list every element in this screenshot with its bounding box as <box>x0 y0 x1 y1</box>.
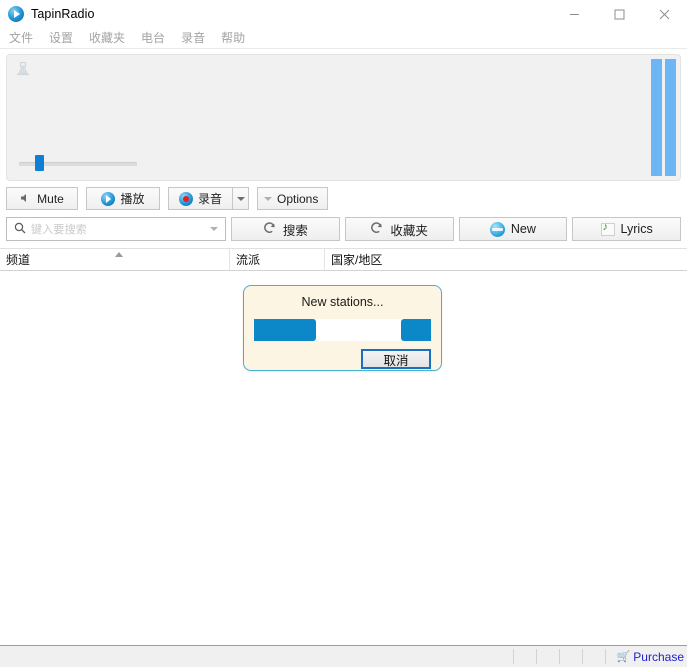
radio-tower-icon <box>14 59 32 77</box>
new-stations-button[interactable]: New <box>459 217 568 241</box>
search-icon <box>14 222 26 237</box>
column-header-genre[interactable]: 流派 <box>230 249 325 270</box>
menu-item-settings[interactable]: 设置 <box>49 28 73 48</box>
cart-icon: 🛒 <box>617 650 631 663</box>
title-bar: TapinRadio <box>0 0 687 28</box>
station-list[interactable]: New stations... 取消 <box>0 271 687 646</box>
menu-item-favorites[interactable]: 收藏夹 <box>89 28 125 48</box>
column-header-genre-label: 流派 <box>236 251 260 268</box>
record-button-group: 录音 <box>168 187 249 210</box>
app-logo-play-circle-icon <box>8 6 24 22</box>
dialog-title: New stations... <box>244 295 441 309</box>
visualizer-panel <box>6 54 681 181</box>
status-separator <box>582 649 583 664</box>
menu-item-recording[interactable]: 录音 <box>181 28 205 48</box>
vu-meter-group <box>651 59 676 176</box>
column-header-country-label: 国家/地区 <box>331 251 382 268</box>
window-controls <box>552 0 687 28</box>
dialog-button-row: 取消 <box>244 349 431 369</box>
status-separator <box>605 649 606 664</box>
menu-item-file[interactable]: 文件 <box>9 28 33 48</box>
record-circle-icon <box>179 192 193 206</box>
column-header-channel[interactable]: 频道 <box>0 249 230 270</box>
station-list-header: 频道 流派 国家/地区 <box>0 248 687 271</box>
status-bar: 🛒 Purchase <box>0 646 687 667</box>
search-button-label: 搜索 <box>283 220 308 239</box>
status-separator <box>559 649 560 664</box>
search-input-wrapper[interactable]: 键入要搜索 <box>6 217 226 241</box>
search-swirl-icon <box>263 221 277 238</box>
menu-item-help[interactable]: 帮助 <box>221 28 245 48</box>
purchase-link[interactable]: 🛒 Purchase <box>617 650 684 664</box>
lyrics-note-icon <box>601 223 615 236</box>
close-button[interactable] <box>642 0 687 28</box>
status-separator <box>536 649 537 664</box>
maximize-button[interactable] <box>597 0 642 28</box>
volume-slider-thumb[interactable] <box>35 155 44 171</box>
vu-bar-left <box>651 59 662 176</box>
search-button[interactable]: 搜索 <box>231 217 340 241</box>
record-button[interactable]: 录音 <box>168 187 232 210</box>
search-toolbar: 键入要搜索 搜索 收藏夹 New Lyrics <box>6 217 681 241</box>
maximize-icon <box>614 9 625 20</box>
mute-button[interactable]: Mute <box>6 187 78 210</box>
lyrics-button[interactable]: Lyrics <box>572 217 681 241</box>
lyrics-button-label: Lyrics <box>621 222 653 236</box>
minimize-icon <box>569 9 580 20</box>
vu-bar-right <box>665 59 676 176</box>
progress-bar-segment-left <box>254 319 316 341</box>
progress-bar-segment-right <box>401 319 431 341</box>
volume-slider[interactable] <box>19 155 137 171</box>
menu-item-stations[interactable]: 电台 <box>141 28 165 48</box>
close-icon <box>659 9 670 20</box>
window-title: TapinRadio <box>31 7 95 21</box>
options-button-label: Options <box>277 192 318 206</box>
speaker-icon <box>20 192 32 206</box>
status-separator <box>513 649 514 664</box>
play-button[interactable]: 播放 <box>86 187 160 210</box>
favorites-button[interactable]: 收藏夹 <box>345 217 454 241</box>
progress-bar <box>254 319 431 341</box>
chevron-down-icon <box>264 197 272 201</box>
search-swirl-icon <box>370 221 384 238</box>
options-button[interactable]: Options <box>257 187 328 210</box>
record-dropdown-button[interactable] <box>232 187 249 210</box>
menu-bar: 文件 设置 收藏夹 电台 录音 帮助 <box>0 28 687 49</box>
globe-icon <box>490 222 505 237</box>
purchase-link-label: Purchase <box>633 650 684 664</box>
mute-button-label: Mute <box>37 192 64 206</box>
search-input[interactable]: 键入要搜索 <box>31 221 87 237</box>
record-button-label: 录音 <box>198 190 222 207</box>
new-stations-dialog: New stations... 取消 <box>243 285 442 371</box>
search-history-dropdown-button[interactable] <box>203 218 225 240</box>
sort-ascending-icon <box>115 252 123 257</box>
minimize-button[interactable] <box>552 0 597 28</box>
playback-toolbar: Mute 播放 录音 Options <box>6 187 687 210</box>
play-button-label: 播放 <box>120 190 144 207</box>
chevron-down-icon <box>237 197 245 201</box>
column-header-channel-label: 频道 <box>6 251 30 268</box>
favorites-button-label: 收藏夹 <box>390 220 428 239</box>
new-stations-button-label: New <box>511 222 536 236</box>
play-circle-icon <box>101 192 115 206</box>
column-header-country[interactable]: 国家/地区 <box>325 249 687 270</box>
chevron-down-icon <box>210 227 218 231</box>
cancel-button[interactable]: 取消 <box>361 349 431 369</box>
